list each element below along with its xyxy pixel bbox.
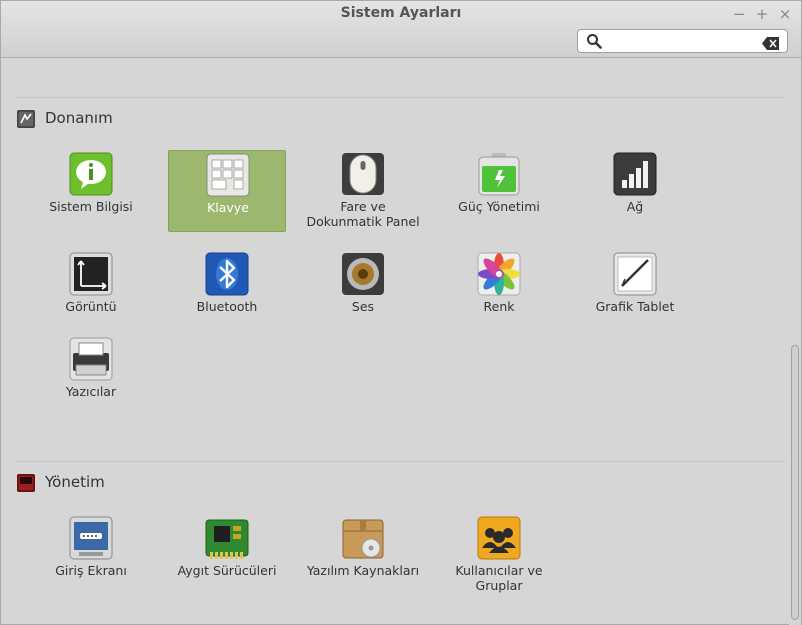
settings-content: Donanım Sistem Bilgisi Klavye Fare ve Do… xyxy=(1,59,789,625)
window-title: Sistem Ayarları xyxy=(340,5,462,21)
settings-item-display[interactable]: Görüntü xyxy=(32,250,150,332)
settings-item-network[interactable]: Ağ xyxy=(576,150,694,232)
item-label: Klavye xyxy=(207,200,249,215)
settings-item-graphics-tablet[interactable]: Grafik Tablet xyxy=(576,250,694,332)
settings-item-software-sources[interactable]: Yazılım Kaynakları xyxy=(304,514,422,596)
maximize-button[interactable]: + xyxy=(753,5,771,23)
divider xyxy=(15,97,785,98)
item-label: Yazıcılar xyxy=(65,384,117,399)
battery-icon xyxy=(477,152,521,196)
keyboard-icon xyxy=(206,153,250,197)
item-label: Aygıt Sürücüleri xyxy=(177,563,277,578)
settings-item-keyboard[interactable]: Klavye xyxy=(168,150,286,232)
section-title-hardware: Donanım xyxy=(45,109,113,127)
item-label: Bluetooth xyxy=(196,299,258,314)
display-icon xyxy=(69,252,113,296)
search-input[interactable] xyxy=(608,32,758,50)
network-icon xyxy=(613,152,657,196)
close-button[interactable]: × xyxy=(776,5,794,23)
login-screen-icon xyxy=(69,516,113,560)
settings-item-bluetooth[interactable]: Bluetooth xyxy=(168,250,286,332)
scrollbar-thumb[interactable] xyxy=(791,345,799,620)
item-label: Giriş Ekranı xyxy=(55,563,127,578)
item-label: Sistem Bilgisi xyxy=(49,199,133,214)
info-icon xyxy=(69,152,113,196)
item-label: Ses xyxy=(351,299,375,314)
settings-item-users-groups[interactable]: Kullanıcılar ve Gruplar xyxy=(440,514,558,596)
search-box[interactable] xyxy=(577,29,788,53)
item-label: Kullanıcılar ve Gruplar xyxy=(455,563,543,593)
divider xyxy=(15,461,785,462)
settings-window: Sistem Ayarları − + × Donanım Sistem Bil… xyxy=(0,0,802,625)
clear-search-icon[interactable] xyxy=(762,35,780,54)
tablet-icon xyxy=(613,252,657,296)
search-icon xyxy=(586,33,602,53)
bluetooth-icon xyxy=(205,252,249,296)
section-title-administration: Yönetim xyxy=(45,473,105,491)
speaker-icon xyxy=(341,252,385,296)
settings-item-device-drivers[interactable]: Aygıt Sürücüleri xyxy=(168,514,286,596)
item-label: Renk xyxy=(483,299,515,314)
hardware-section-icon xyxy=(17,110,35,128)
settings-item-system-info[interactable]: Sistem Bilgisi xyxy=(32,150,150,232)
printer-icon xyxy=(69,337,113,381)
mouse-icon xyxy=(341,152,385,196)
item-label: Ağ xyxy=(626,199,644,214)
minimize-button[interactable]: − xyxy=(730,5,748,23)
settings-item-printers[interactable]: Yazıcılar xyxy=(32,335,150,417)
settings-item-sound[interactable]: Ses xyxy=(304,250,422,332)
item-label: Güç Yönetimi xyxy=(458,199,540,214)
settings-item-mouse-touchpad[interactable]: Fare ve Dokunmatik Panel xyxy=(304,150,422,232)
driver-chip-icon xyxy=(205,516,249,560)
color-icon xyxy=(477,252,521,296)
software-sources-icon xyxy=(341,516,385,560)
item-label: Grafik Tablet xyxy=(595,299,675,314)
settings-item-login-screen[interactable]: Giriş Ekranı xyxy=(32,514,150,596)
titlebar: Sistem Ayarları − + × xyxy=(1,1,801,58)
vertical-scrollbar[interactable] xyxy=(789,59,801,625)
users-icon xyxy=(477,516,521,560)
administration-section-icon xyxy=(17,474,35,492)
item-label: Yazılım Kaynakları xyxy=(306,563,420,578)
settings-item-color[interactable]: Renk xyxy=(440,250,558,332)
item-label: Görüntü xyxy=(65,299,117,314)
item-label: Fare ve Dokunmatik Panel xyxy=(306,199,420,229)
settings-item-power[interactable]: Güç Yönetimi xyxy=(440,150,558,232)
